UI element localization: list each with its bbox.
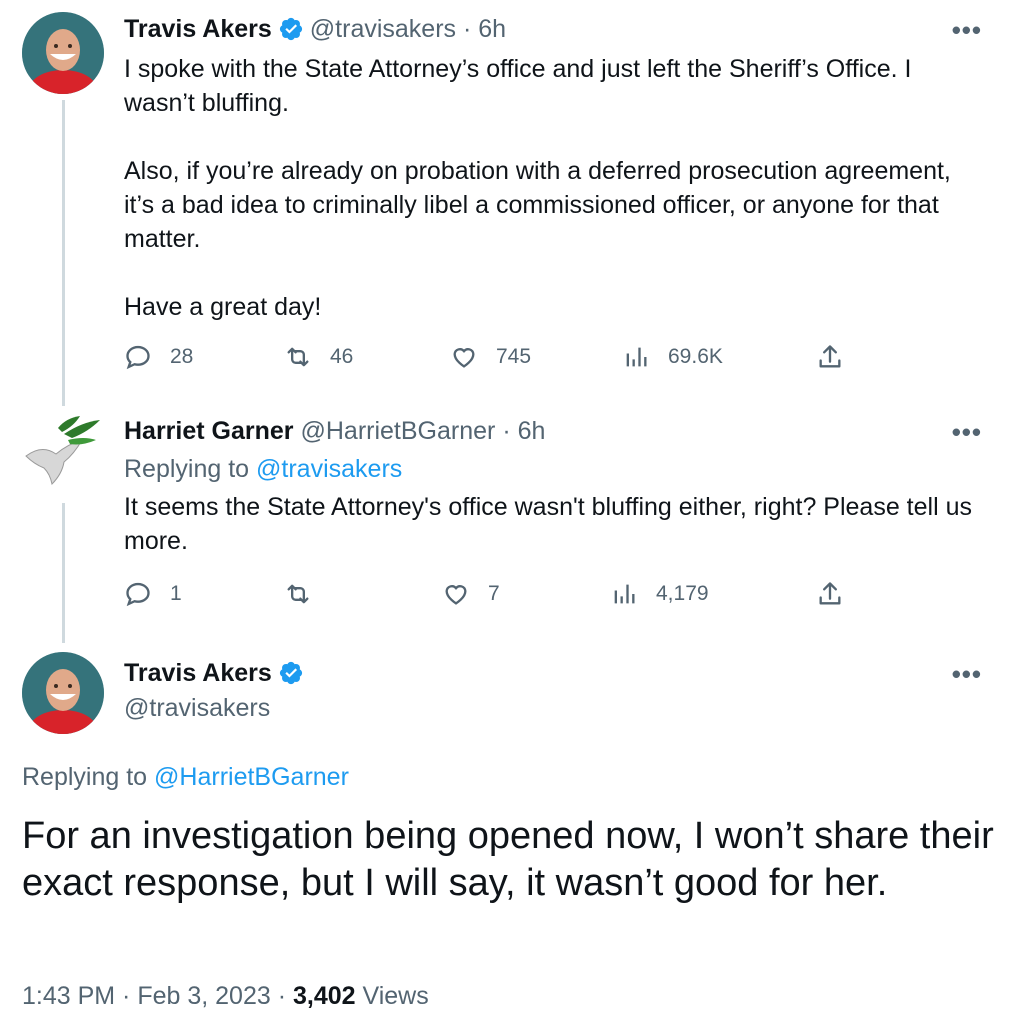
avatar[interactable]: [22, 414, 104, 496]
replying-to-handle[interactable]: @HarrietBGarner: [154, 763, 349, 791]
avatar[interactable]: [22, 12, 104, 94]
replying-to-handle[interactable]: @travisakers: [256, 455, 402, 483]
author-name[interactable]: Travis Akers: [124, 14, 272, 44]
retweet-icon: [287, 347, 309, 367]
more-dots-icon[interactable]: •••: [952, 419, 982, 445]
reply-count: 28: [170, 345, 194, 368]
tweet-header: Travis Akers: [124, 658, 310, 688]
separator: ·: [502, 417, 511, 445]
views-count: 3,402: [292, 982, 356, 1010]
main-tweet-text: For an investigation being opened now, I…: [22, 815, 994, 904]
tweet-header: Travis Akers @travisakers · 6h: [124, 14, 506, 44]
separator: ·: [463, 15, 472, 43]
more-dots-icon[interactable]: •••: [952, 17, 982, 43]
author-name[interactable]: Harriet Garner: [124, 416, 294, 446]
share-button[interactable]: [816, 343, 862, 371]
share-button[interactable]: [816, 580, 862, 608]
replying-to: Replying to @HarrietBGarner: [22, 762, 349, 792]
tweet-actions: 1 7 4,179: [124, 580, 864, 614]
retweet-button[interactable]: [284, 580, 330, 608]
replying-to-label: Replying to: [124, 455, 250, 483]
tweet-1[interactable]: Travis Akers @travisakers · 6h ••• I spo…: [0, 12, 1016, 392]
views-button[interactable]: 69.6K: [622, 343, 723, 371]
author-handle[interactable]: @HarrietBGarner: [294, 416, 495, 446]
timestamp[interactable]: 1:43 PM · Feb 3, 2023 ·: [22, 982, 293, 1010]
retweet-count: 46: [330, 345, 354, 368]
reply-icon: [126, 345, 150, 370]
heart-icon: [445, 585, 467, 605]
verified-badge-icon: [278, 660, 304, 686]
replying-to: Replying to @travisakers: [124, 454, 402, 484]
like-button[interactable]: 745: [450, 343, 531, 371]
tweet-2[interactable]: Harriet Garner @HarrietBGarner · 6h ••• …: [0, 414, 1016, 624]
reply-button[interactable]: 28: [124, 343, 193, 371]
reply-button[interactable]: 1: [124, 580, 182, 608]
heart-icon: [453, 348, 475, 368]
reply-count: 1: [170, 582, 182, 605]
like-button[interactable]: 7: [442, 580, 500, 608]
views-button[interactable]: 4,179: [610, 580, 709, 608]
author-handle[interactable]: @travisakers: [310, 14, 456, 44]
retweet-button[interactable]: 46: [284, 343, 353, 371]
tweet-text: It seems the State Attorney's office was…: [124, 493, 979, 555]
tweet-time[interactable]: 6h: [518, 416, 546, 446]
views-label: Views: [355, 982, 429, 1010]
avatar[interactable]: [22, 652, 104, 734]
bar-chart-icon: [626, 347, 647, 367]
like-count: 745: [496, 345, 532, 368]
tweet-text: I spoke with the State Attorney’s office…: [124, 55, 951, 321]
replying-to-label: Replying to: [22, 763, 148, 791]
bar-chart-icon: [614, 584, 635, 604]
views-count: 4,179: [656, 582, 709, 605]
author-handle[interactable]: @travisakers: [124, 693, 270, 723]
tweet-actions: 28 46 745 69.6K: [124, 343, 864, 377]
verified-badge-icon: [278, 16, 304, 42]
more-dots-icon[interactable]: •••: [952, 661, 982, 687]
tweet-header: Harriet Garner @HarrietBGarner · 6h: [124, 416, 545, 446]
share-icon: [819, 582, 841, 605]
views-count: 69.6K: [668, 345, 723, 368]
like-count: 7: [488, 582, 500, 605]
tweet-meta: 1:43 PM · Feb 3, 2023 · 3,402 Views: [22, 982, 429, 1011]
tweet-header-handle: @travisakers: [124, 693, 270, 723]
reply-icon: [126, 582, 150, 607]
tweet-time[interactable]: 6h: [478, 14, 506, 44]
retweet-icon: [287, 584, 309, 604]
share-icon: [819, 345, 841, 368]
author-name[interactable]: Travis Akers: [124, 658, 272, 688]
